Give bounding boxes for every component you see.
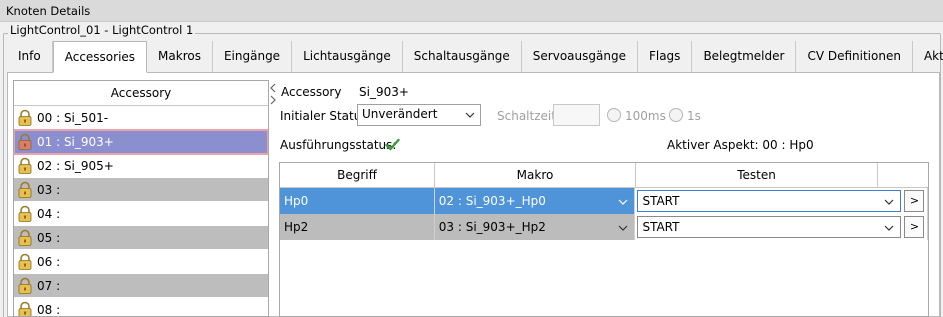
accessory-list[interactable]: Accessory 00 : Si_501- 01 : Si_903+ 02 : S… [13, 80, 269, 317]
column-begriff[interactable]: Begriff [280, 163, 435, 187]
switch-time-input[interactable] [553, 104, 600, 126]
active-aspect: Aktiver Aspekt: 00 : Hp0 [667, 138, 814, 152]
grid-row[interactable]: Hp0 02 : Si_903+_Hp0 START > [280, 188, 928, 214]
splitter-arrows[interactable] [268, 82, 278, 110]
lock-icon [18, 301, 32, 316]
list-item-label: 04 : [37, 206, 61, 221]
tab-aktionen[interactable]: Aktionen [913, 41, 943, 72]
makro-value: 02 : Si_903+_Hp0 [438, 194, 546, 208]
radio-1s-label: 1s [687, 109, 701, 123]
radio-100ms-label: 100ms [625, 109, 666, 123]
list-item-label: 00 : Si_501- [37, 110, 109, 125]
accessory-label: Accessory [281, 85, 342, 99]
tab-info[interactable]: Info [7, 41, 53, 72]
run-test-button[interactable]: > [904, 190, 925, 212]
lock-icon [18, 277, 32, 294]
radio-100ms[interactable] [607, 108, 621, 122]
accessory-name: Si_903+ [359, 85, 409, 99]
list-item[interactable]: 03 : [14, 178, 268, 202]
tab-accessories[interactable]: Accessories [52, 41, 148, 73]
radio-1s[interactable] [669, 108, 683, 122]
testen-select[interactable]: START [637, 190, 902, 212]
chevron-down-icon [619, 225, 628, 231]
tab-makros[interactable]: Makros [147, 41, 213, 72]
chevron-down-icon [465, 112, 475, 118]
initial-status-label: Initialer Status [280, 109, 368, 123]
lock-icon [18, 253, 32, 270]
chevron-down-icon [885, 199, 894, 205]
tab-servoausgaenge[interactable]: Servoausgänge [522, 41, 638, 72]
aspect-grid: Begriff Makro Testen Hp0 02 : Si_903+_Hp… [279, 162, 929, 317]
list-item-label: 05 : [37, 230, 61, 245]
checkmark-icon [385, 138, 400, 151]
tab-bar: Info Accessories Makros Eingänge Lichtau… [7, 41, 943, 73]
execution-status-label: Ausführungsstatus: [280, 138, 397, 152]
list-item[interactable]: 01 : Si_903+ [14, 129, 268, 155]
testen-value: START [642, 220, 680, 234]
list-item[interactable]: 02 : Si_905+ [14, 154, 268, 178]
run-test-button[interactable]: > [904, 216, 925, 238]
lock-icon [18, 205, 32, 222]
makro-value: 03 : Si_903+_Hp2 [438, 220, 546, 234]
cell-testen: START > [635, 214, 928, 240]
switch-time-label: Schaltzeit [497, 109, 556, 123]
tab-lichtausgaenge[interactable]: Lichtausgänge [292, 41, 403, 72]
arrow-left-icon [270, 83, 276, 93]
grid-header: Begriff Makro Testen [280, 163, 928, 188]
list-item[interactable]: 07 : [14, 274, 268, 298]
list-item-label: 02 : Si_905+ [37, 158, 114, 173]
list-item-label: 03 : [37, 182, 61, 197]
list-item-label: 07 : [37, 278, 61, 293]
tab-flags[interactable]: Flags [638, 41, 693, 72]
cell-begriff[interactable]: Hp2 [280, 214, 435, 240]
list-item[interactable]: 05 : [14, 226, 268, 250]
testen-value: START [642, 194, 680, 208]
list-item-label: 01 : Si_903+ [37, 134, 114, 149]
list-item-label: 06 : [37, 254, 61, 269]
lock-icon [18, 229, 32, 246]
cell-makro[interactable]: 02 : Si_903+_Hp0 [434, 188, 636, 214]
tab-schaltausgaenge[interactable]: Schaltausgänge [403, 41, 522, 72]
tab-eingaenge[interactable]: Eingänge [213, 41, 293, 72]
list-item[interactable]: 00 : Si_501- [14, 106, 268, 130]
cell-makro[interactable]: 03 : Si_903+_Hp2 [434, 214, 636, 240]
list-item-label: 08 : [37, 302, 61, 317]
cell-testen: START > [635, 188, 928, 214]
splitter[interactable] [268, 82, 278, 110]
group-title: LightControl_01 - LightControl 1 [8, 23, 196, 37]
window-title: Knoten Details [0, 0, 943, 22]
lock-icon [18, 109, 32, 126]
lock-icon [18, 157, 32, 174]
grid-row[interactable]: Hp2 03 : Si_903+_Hp2 START > [280, 214, 928, 240]
cell-begriff[interactable]: Hp0 [280, 188, 435, 214]
initial-status-select[interactable]: Unverändert [357, 104, 481, 126]
column-testen[interactable]: Testen [636, 163, 878, 187]
lock-icon [18, 133, 32, 150]
list-item[interactable]: 08 : [14, 298, 268, 317]
initial-status-value: Unverändert [362, 107, 438, 121]
column-makro[interactable]: Makro [435, 163, 636, 187]
chevron-down-icon [885, 225, 894, 231]
testen-select[interactable]: START [637, 216, 902, 238]
chevron-down-icon [619, 199, 628, 205]
lock-icon [18, 181, 32, 198]
tab-cv-definitionen[interactable]: CV Definitionen [796, 41, 913, 72]
list-item[interactable]: 04 : [14, 202, 268, 226]
accessory-list-header[interactable]: Accessory [14, 81, 268, 106]
list-item[interactable]: 06 : [14, 250, 268, 274]
arrow-right-icon [270, 95, 276, 105]
tab-belegtmelder[interactable]: Belegtmelder [692, 41, 797, 72]
